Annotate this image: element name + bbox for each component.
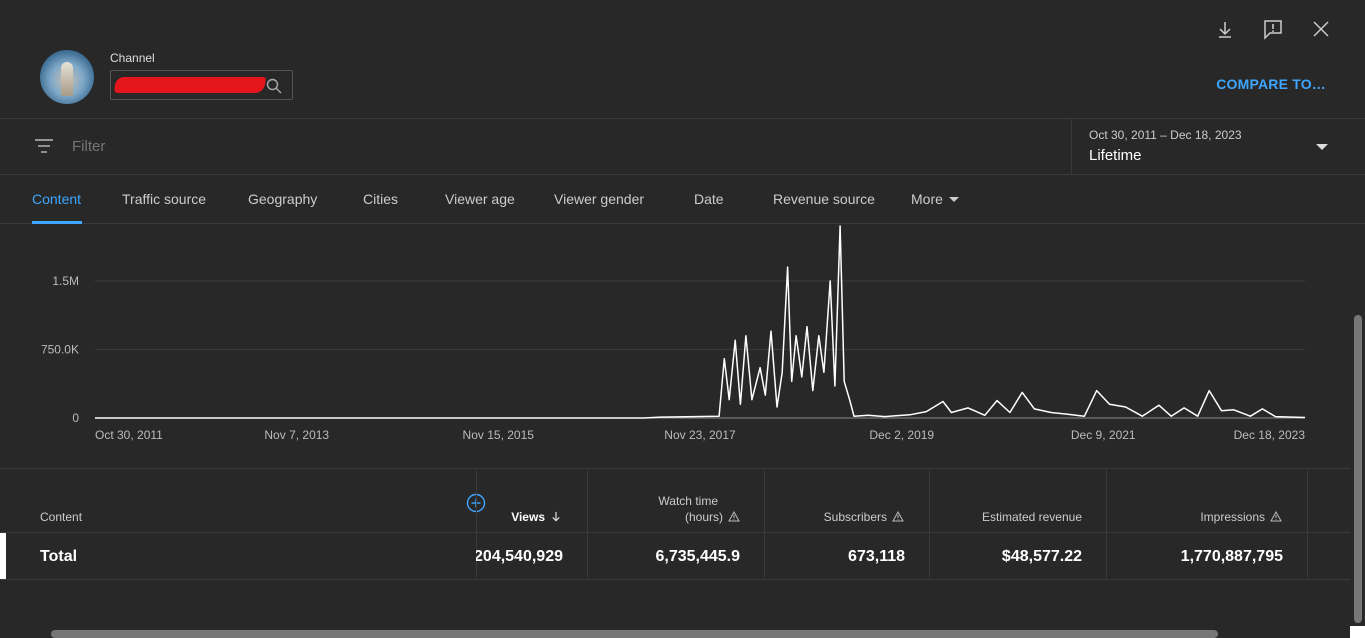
tab-viewer-age[interactable]: Viewer age bbox=[445, 191, 515, 207]
total-watch-time: 6,735,445.9 bbox=[655, 548, 740, 565]
tab-content[interactable]: Content bbox=[32, 191, 81, 207]
tab-date[interactable]: Date bbox=[694, 191, 724, 207]
tab-revenue-source[interactable]: Revenue source bbox=[773, 191, 875, 207]
header-subscribers-label: Subscribers bbox=[823, 510, 887, 524]
x-tick-label: Dec 9, 2021 bbox=[1071, 428, 1136, 442]
y-tick-label: 0 bbox=[72, 411, 79, 425]
total-impressions: 1,770,887,795 bbox=[1180, 548, 1283, 565]
header-views[interactable]: Views bbox=[490, 509, 562, 525]
total-views: 204,540,929 bbox=[476, 548, 563, 565]
dimension-tabs: Content Traffic source Geography Cities … bbox=[0, 175, 1365, 224]
date-range-text: Oct 30, 2011 – Dec 18, 2023 bbox=[1089, 128, 1242, 142]
header-watch-time-line2: (hours) bbox=[600, 509, 740, 525]
arrow-down-icon bbox=[552, 511, 560, 522]
metrics-table: Content Views Watch time (hours) Subscri… bbox=[0, 468, 1350, 580]
header: Channel COMPARE TO… bbox=[0, 0, 1365, 119]
vertical-scrollbar[interactable] bbox=[1354, 315, 1362, 623]
row-divider bbox=[0, 532, 1350, 533]
views-chart: 1.5M 750.0K 0 Oct 30, 2011 Nov 7, 2013 Nov 15… bbox=[0, 224, 1350, 468]
header-watch-time-line2-label: (hours) bbox=[684, 510, 723, 524]
channel-avatar[interactable] bbox=[40, 50, 94, 104]
y-tick-label: 750.0K bbox=[41, 342, 79, 356]
y-tick-label: 1.5M bbox=[52, 274, 79, 288]
header-subscribers[interactable]: Subscribers bbox=[780, 509, 904, 525]
row-divider bbox=[0, 579, 1350, 580]
header-impressions[interactable]: Impressions bbox=[1120, 509, 1282, 525]
download-icon[interactable] bbox=[1214, 18, 1236, 40]
filter-bar: Oct 30, 2011 – Dec 18, 2023 Lifetime bbox=[0, 119, 1365, 175]
close-icon[interactable] bbox=[1310, 18, 1332, 40]
total-row-marker bbox=[0, 533, 6, 579]
warning-icon bbox=[1270, 511, 1282, 522]
warning-icon bbox=[892, 511, 904, 522]
header-watch-time[interactable]: Watch time (hours) bbox=[600, 493, 740, 525]
x-tick-label: Dec 2, 2019 bbox=[869, 428, 934, 442]
tab-traffic-source[interactable]: Traffic source bbox=[122, 191, 206, 207]
total-subscribers: 673,118 bbox=[848, 548, 905, 565]
x-tick-label: Nov 23, 2017 bbox=[664, 428, 736, 442]
x-tick-label: Nov 15, 2015 bbox=[463, 428, 535, 442]
header-impressions-label: Impressions bbox=[1200, 510, 1265, 524]
feedback-icon[interactable] bbox=[1262, 18, 1284, 40]
total-label: Total bbox=[40, 548, 78, 565]
horizontal-scrollbar[interactable] bbox=[51, 630, 1218, 638]
header-estimated-revenue[interactable]: Estimated revenue bbox=[940, 509, 1082, 525]
scroll-corner bbox=[1350, 626, 1365, 638]
redacted-channel-name bbox=[113, 77, 267, 93]
channel-label: Channel bbox=[110, 51, 155, 65]
column-divider bbox=[1106, 469, 1107, 580]
compare-to-button[interactable]: COMPARE TO… bbox=[1216, 76, 1326, 92]
column-divider bbox=[1307, 469, 1308, 580]
x-tick-label: Oct 30, 2011 bbox=[95, 428, 163, 442]
x-tick-label: Nov 7, 2013 bbox=[264, 428, 329, 442]
filter-input[interactable] bbox=[72, 138, 472, 155]
date-preset-text: Lifetime bbox=[1089, 147, 1142, 164]
warning-icon bbox=[728, 511, 740, 522]
tab-more-label: More bbox=[911, 191, 943, 207]
header-watch-time-line1: Watch time bbox=[658, 494, 718, 508]
tab-viewer-gender[interactable]: Viewer gender bbox=[554, 191, 644, 207]
search-icon[interactable] bbox=[265, 77, 283, 95]
total-revenue: $48,577.22 bbox=[1001, 548, 1082, 565]
series-line-views[interactable] bbox=[95, 225, 1306, 419]
date-range-picker[interactable]: Oct 30, 2011 – Dec 18, 2023 Lifetime bbox=[1071, 119, 1365, 175]
channel-search-box[interactable] bbox=[110, 70, 293, 100]
caret-down-icon bbox=[948, 197, 959, 202]
header-views-label: Views bbox=[511, 510, 545, 524]
tab-more[interactable]: More bbox=[911, 191, 959, 207]
tab-cities[interactable]: Cities bbox=[363, 191, 398, 207]
column-divider bbox=[587, 469, 588, 580]
column-divider bbox=[929, 469, 930, 580]
chart-svg: 1.5M 750.0K 0 Oct 30, 2011 Nov 7, 2013 Nov 15… bbox=[41, 225, 1306, 442]
column-divider bbox=[764, 469, 765, 580]
header-content: Content bbox=[40, 510, 83, 524]
tab-geography[interactable]: Geography bbox=[248, 191, 317, 207]
x-tick-label: Dec 18, 2023 bbox=[1234, 428, 1306, 442]
filter-icon[interactable] bbox=[34, 138, 54, 154]
chevron-down-icon bbox=[1316, 144, 1328, 150]
